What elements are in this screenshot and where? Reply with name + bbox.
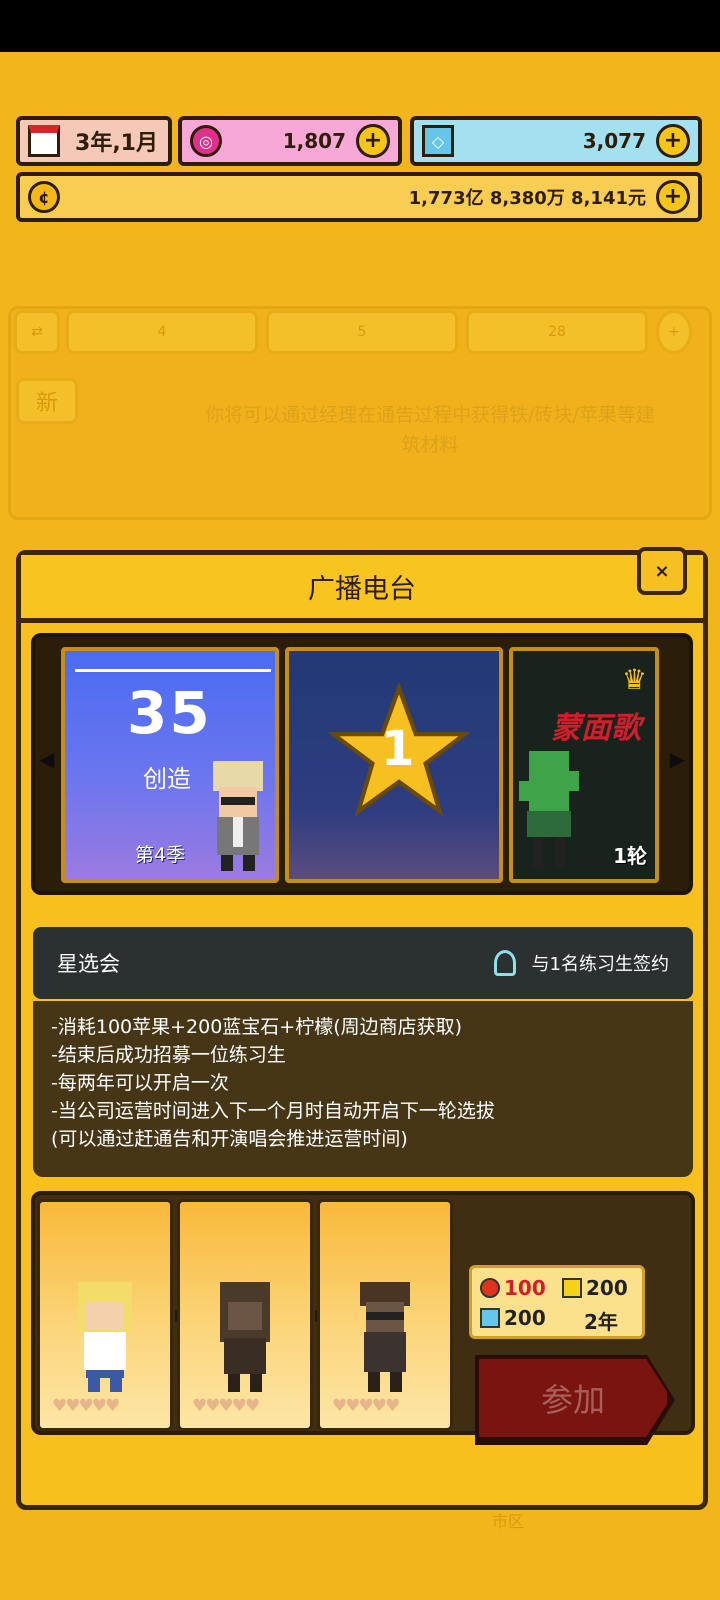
program-name: 创造 <box>143 765 191 793</box>
event-reward: 与1名练习生签约 <box>493 950 669 976</box>
brick-slot: 5 <box>266 310 458 354</box>
new-badge: 新 <box>16 378 78 424</box>
trainee-card[interactable]: ♥♥♥♥♥ <box>37 1199 173 1431</box>
apple-cost-value: 100 <box>504 1276 546 1300</box>
pink-gem-value: 1,807 <box>282 129 346 153</box>
hint-text: 你将可以通过经理在通告过程中获得铁/砖块/苹果等建筑材料 <box>205 404 655 456</box>
status-bar <box>0 0 720 52</box>
period-value: 2年 <box>584 1310 618 1334</box>
host-character-icon <box>213 761 263 871</box>
rule-line: -消耗100苹果+200蓝宝石+柠檬(周边商店获取) <box>51 1016 463 1038</box>
crown-icon: ♛ <box>621 663 647 696</box>
sapphire-cost: 200 <box>480 1306 546 1330</box>
money-value: 1,773亿 8,380万 8,141元 <box>408 188 646 209</box>
star-number: 1 <box>381 721 415 777</box>
heart-rating: ♥♥♥♥♥ <box>192 1396 260 1416</box>
sapphire-icon <box>480 1308 500 1328</box>
masked-singer-title: 蒙面歌 <box>551 711 641 746</box>
close-button[interactable]: × <box>637 547 687 595</box>
blue-gem-bar: ◇ 3,077 + <box>410 116 702 166</box>
dialog-header: 广播电台 <box>21 555 703 623</box>
carousel-right-arrow[interactable]: ▶ <box>670 747 685 771</box>
rule-line: (可以通过赶通告和开演唱会推进运营时间) <box>51 1128 408 1150</box>
calendar-icon <box>28 125 60 157</box>
trainee-card[interactable]: ♥♥♥♥♥ <box>177 1199 313 1431</box>
add-material-button[interactable]: + <box>656 310 692 354</box>
date-display: 3年,1月 <box>16 116 172 166</box>
card-frame <box>75 669 271 672</box>
period: 2年 <box>584 1306 618 1335</box>
event-name: 星选会 <box>57 952 120 976</box>
sapphire-cost-value: 200 <box>504 1306 546 1330</box>
swap-icon: ⇄ <box>14 310 60 354</box>
money-bar: ¢ 1,773亿 8,380万 8,141元 + <box>16 172 702 222</box>
rule-line: -当公司运营时间进入下一个月时自动开启下一轮选拔 <box>51 1100 495 1122</box>
date-value: 3年,1月 <box>75 131 158 156</box>
trainee-silhouette-icon <box>220 1282 270 1392</box>
lemon-cost: 200 <box>562 1276 628 1300</box>
add-pink-gem-button[interactable]: + <box>356 124 390 158</box>
program-number: 35 <box>127 679 212 747</box>
carousel-left-arrow[interactable]: ◀ <box>39 747 54 771</box>
iron-slot: 4 <box>66 310 258 354</box>
program-carousel[interactable]: ◀ 35 创造 第4季 1 ♛ 蒙面歌 1轮 ▶ <box>31 633 693 895</box>
event-description: -消耗100苹果+200蓝宝石+柠檬(周边商店获取) -结束后成功招募一位练习生… <box>33 1001 693 1177</box>
trainee-icon <box>493 950 516 976</box>
join-label: 参加 <box>540 1381 605 1419</box>
rule-line: -结束后成功招募一位练习生 <box>51 1044 286 1066</box>
event-header: 星选会 与1名练习生签约 <box>33 927 693 999</box>
trainee-card[interactable]: ♥♥♥♥♥ <box>317 1199 453 1431</box>
heart-rating: ♥♥♥♥♥ <box>52 1396 120 1416</box>
apple-slot: 28 <box>466 310 648 354</box>
lemon-cost-value: 200 <box>586 1276 628 1300</box>
radio-station-dialog: 广播电台 × ◀ 35 创造 第4季 1 ♛ 蒙面歌 1轮 ▶ 星选会 与1名练… <box>16 547 708 1510</box>
pink-gem-icon: ◎ <box>190 125 222 157</box>
round-label: 1轮 <box>613 844 647 868</box>
rule-line: -每两年可以开启一次 <box>51 1072 229 1094</box>
add-blue-gem-button[interactable]: + <box>656 124 690 158</box>
reward-text: 与1名练习生签约 <box>531 954 669 975</box>
lemon-icon <box>562 1278 582 1298</box>
pink-gem-bar: ◎ 1,807 + <box>178 116 402 166</box>
cactus-character-icon <box>519 751 579 867</box>
district-label: 市区 <box>492 1512 525 1531</box>
dialog-title: 广播电台 <box>308 574 416 605</box>
join-button[interactable]: 参加 <box>475 1355 671 1441</box>
program-card-masked-singer[interactable]: ♛ 蒙面歌 1轮 <box>509 647 659 883</box>
trainee-blonde-icon <box>78 1282 132 1392</box>
heart-rating: ♥♥♥♥♥ <box>332 1396 400 1416</box>
blue-gem-value: 3,077 <box>582 129 646 153</box>
program-card-create[interactable]: 35 创造 第4季 <box>61 647 279 883</box>
cost-panel: 100 200 200 2年 <box>469 1265 645 1339</box>
coin-icon: ¢ <box>28 181 60 213</box>
season-label: 第4季 <box>135 844 186 866</box>
trainee-glasses-icon <box>360 1282 410 1392</box>
sapphire-icon: ◇ <box>422 125 454 157</box>
add-money-button[interactable]: + <box>656 180 690 214</box>
program-card-star[interactable]: 1 <box>285 647 503 883</box>
apple-cost: 100 <box>480 1276 546 1300</box>
apple-icon <box>480 1278 500 1298</box>
